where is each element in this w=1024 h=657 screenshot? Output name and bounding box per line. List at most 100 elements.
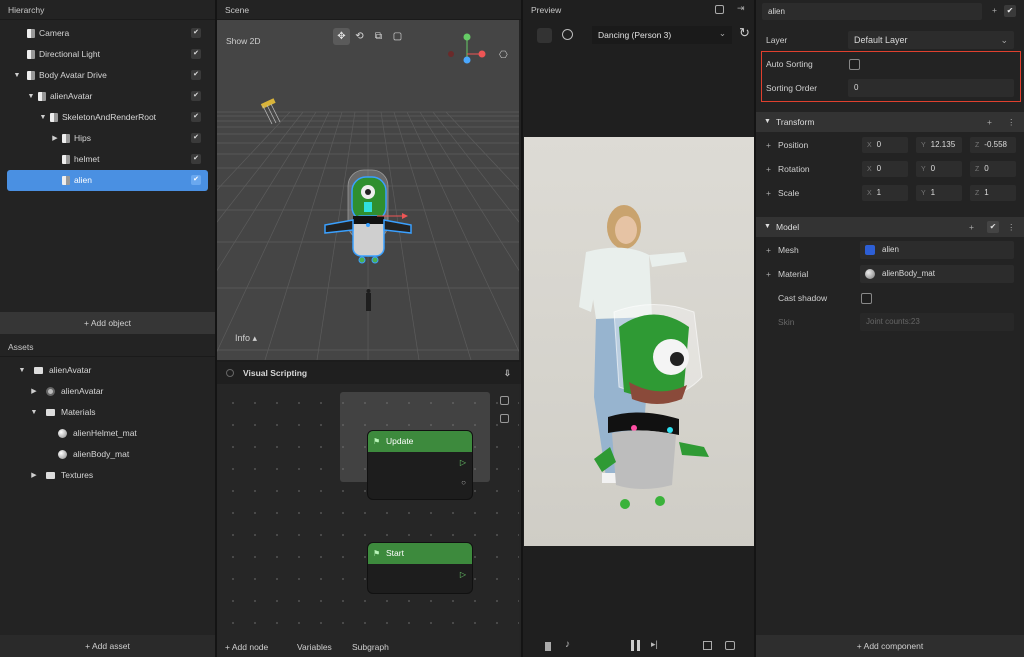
move-tool-button[interactable]: ✥ [333, 28, 350, 45]
enabled-check-icon[interactable]: ✔ [1004, 5, 1016, 17]
expand-arrow-icon[interactable]: ▶ [29, 465, 39, 486]
expand-arrow-icon[interactable]: ▶ [50, 128, 60, 149]
hierarchy-item[interactable]: ▶ Hips ✔ [7, 128, 208, 149]
x-input[interactable]: X0 [862, 161, 908, 177]
rotate-tool-button[interactable]: ⟲ [351, 28, 368, 45]
asset-item[interactable]: alienHelmet_mat [7, 423, 208, 444]
hierarchy-item[interactable]: ▼ SkeletonAndRenderRoot ✔ [7, 107, 208, 128]
visibility-checkbox[interactable]: ✔ [191, 133, 201, 143]
mesh-field[interactable]: alien [860, 241, 1014, 259]
visibility-checkbox[interactable]: ✔ [191, 175, 201, 185]
add-asset-button[interactable]: + Add asset [0, 635, 215, 657]
exec-port-icon[interactable]: ▷ [460, 570, 466, 579]
expand-icon[interactable]: + [766, 239, 771, 261]
popout-icon[interactable] [715, 5, 724, 14]
expand-icon[interactable]: + [766, 182, 771, 204]
y-input[interactable]: Y 12.135 [916, 137, 962, 153]
expand-arrow-icon[interactable]: ▼ [29, 402, 39, 423]
hierarchy-item[interactable]: ▼ alienAvatar ✔ [7, 86, 208, 107]
y-input[interactable]: Y0 [916, 161, 962, 177]
hierarchy-item[interactable]: Directional Light ✔ [7, 44, 208, 65]
crop-icon[interactable] [703, 641, 712, 650]
add-icon[interactable]: + [969, 217, 974, 237]
fullscreen-icon[interactable] [725, 641, 735, 650]
expand-icon[interactable] [500, 414, 509, 423]
visibility-checkbox[interactable]: ✔ [191, 49, 201, 59]
add-icon[interactable]: + [992, 5, 997, 15]
x-input[interactable]: X0 [862, 137, 908, 153]
z-input[interactable]: Z0 [970, 161, 1016, 177]
asset-item[interactable]: ▼ Materials [7, 402, 208, 423]
camera-source-icon[interactable] [537, 28, 552, 43]
cast-shadow-checkbox[interactable] [861, 293, 872, 304]
node-start[interactable]: ⚑ Start ▷ [367, 542, 473, 594]
x-input[interactable]: X1 [862, 185, 908, 201]
expand-arrow-icon[interactable]: ▼ [26, 86, 36, 107]
rect-tool-button[interactable]: ▢ [389, 28, 406, 45]
step-forward-icon[interactable]: ▸| [651, 639, 658, 650]
model-section-header[interactable]: ▼ Model + ✔ ⋮ [756, 217, 1024, 237]
add-node-button[interactable]: + Add node [225, 637, 268, 657]
info-toggle[interactable]: Info ▴ [235, 333, 257, 344]
visibility-checkbox[interactable]: ✔ [191, 91, 201, 101]
auto-sorting-checkbox[interactable] [849, 59, 860, 70]
visibility-checkbox[interactable]: ✔ [191, 70, 201, 80]
add-component-button[interactable]: + Add component [756, 635, 1024, 657]
add-icon[interactable]: + [987, 112, 992, 132]
camera-icon[interactable]: ⎔ [499, 50, 508, 61]
pause-icon-bar[interactable] [637, 640, 640, 651]
fit-view-icon[interactable] [500, 396, 509, 405]
collapse-icon[interactable]: ▼ [764, 112, 771, 132]
expand-arrow-icon[interactable]: ▼ [38, 107, 48, 128]
alien-model[interactable] [324, 169, 412, 264]
asset-item[interactable]: ▶ Textures [7, 465, 208, 486]
visibility-checkbox[interactable]: ✔ [191, 28, 201, 38]
animation-dropdown[interactable]: Dancing (Person 3) ⌄ [592, 26, 732, 44]
exec-port-icon[interactable]: ▷ [460, 458, 466, 467]
asset-item[interactable]: ▶ alienAvatar [7, 381, 208, 402]
node-update[interactable]: ⚑ Update ▷ ○ [367, 430, 473, 500]
axis-gizmo[interactable] [447, 32, 487, 72]
z-input[interactable]: Z -0.558 [970, 137, 1016, 153]
bookmark-icon[interactable] [545, 642, 551, 651]
node-canvas[interactable]: ⚑ Update ▷ ○ ⚑ Start ▷ [217, 384, 519, 637]
exit-icon[interactable]: ⇥ [737, 3, 745, 14]
asset-item[interactable]: alienBody_mat [7, 444, 208, 465]
expand-arrow-icon[interactable]: ▶ [29, 381, 39, 402]
scale-tool-button[interactable]: ⧉ [370, 28, 387, 45]
visibility-checkbox[interactable]: ✔ [191, 112, 201, 122]
variables-tab[interactable]: Variables [297, 637, 332, 657]
expand-icon[interactable]: + [766, 134, 771, 156]
more-icon[interactable]: ⋮ [1007, 112, 1016, 132]
scene-viewport[interactable]: Show 2D ✥ ⟲ ⧉ ▢ ⎔ Info ▴ [217, 20, 519, 360]
expand-icon[interactable]: + [766, 263, 771, 285]
subgraph-tab[interactable]: Subgraph [352, 637, 389, 657]
visibility-checkbox[interactable]: ✔ [191, 154, 201, 164]
z-input[interactable]: Z1 [970, 185, 1016, 201]
material-field[interactable]: alienBody_mat [860, 265, 1014, 283]
hierarchy-item[interactable]: Camera ✔ [7, 23, 208, 44]
hierarchy-item[interactable]: alien ✔ [7, 170, 208, 191]
more-icon[interactable]: ⋮ [1007, 217, 1016, 237]
data-port-icon[interactable]: ○ [461, 478, 466, 487]
model-enabled-check-icon[interactable]: ✔ [987, 221, 999, 233]
close-icon[interactable] [226, 369, 234, 377]
pause-icon[interactable] [631, 640, 634, 651]
collapse-icon[interactable]: ▼ [764, 217, 771, 237]
transform-section-header[interactable]: ▼ Transform + ⋮ [756, 112, 1024, 132]
asset-item[interactable]: ▼ alienAvatar [7, 360, 208, 381]
show-2d-toggle[interactable]: Show 2D [226, 36, 261, 46]
hierarchy-item[interactable]: helmet ✔ [7, 149, 208, 170]
tiktok-icon[interactable]: ♪ [565, 639, 570, 650]
layer-dropdown[interactable]: Default Layer ⌄ [848, 31, 1014, 49]
export-icon[interactable]: ⇩ [504, 362, 511, 384]
hierarchy-item[interactable]: ▼ Body Avatar Drive ✔ [7, 65, 208, 86]
object-name-input[interactable]: alien [762, 3, 982, 20]
record-icon[interactable] [562, 29, 573, 40]
add-object-button[interactable]: + Add object [0, 312, 215, 334]
sorting-order-input[interactable]: 0 [848, 79, 1014, 97]
y-input[interactable]: Y1 [916, 185, 962, 201]
expand-arrow-icon[interactable]: ▼ [17, 360, 27, 381]
light-gizmo[interactable] [260, 98, 281, 125]
expand-icon[interactable]: + [766, 158, 771, 180]
